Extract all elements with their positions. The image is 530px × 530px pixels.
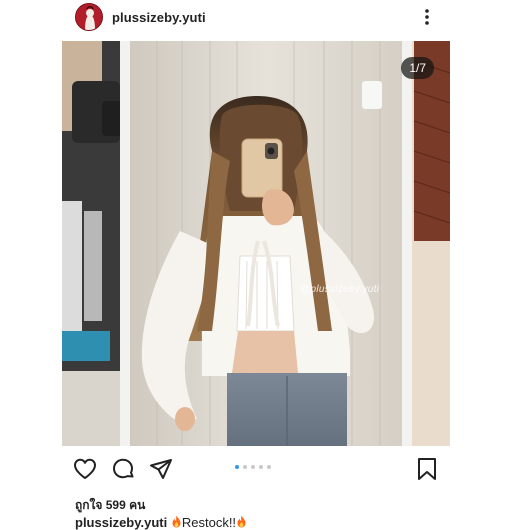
like-button[interactable] [72,456,98,482]
avatar[interactable] [75,3,103,31]
carousel-dot [267,465,271,469]
carousel-dot [259,465,263,469]
action-bar [0,452,530,484]
image-counter: 1/7 [401,57,434,79]
fire-icon [172,515,181,528]
share-button[interactable] [148,456,174,482]
post-header: plussizeby.yuti [0,0,530,40]
post-photo[interactable]: 1/7 @plussizeby.yuti [62,41,450,446]
heart-icon [74,458,96,479]
carousel-dot [243,465,247,469]
mirror-selfie-image [62,41,450,446]
carousel-dot [251,465,255,469]
post-caption: plussizeby.yuti Restock!! [75,515,247,530]
send-icon [150,459,172,479]
avatar-icon [76,4,102,30]
post-username[interactable]: plussizeby.yuti [112,10,206,25]
fire-icon [237,515,246,528]
likes-count[interactable]: ถูกใจ 599 คน [75,496,145,515]
save-button[interactable] [414,456,440,482]
more-options-button[interactable] [418,6,436,28]
carousel-dot [235,465,239,469]
carousel-indicator [235,465,271,471]
more-vertical-icon [425,9,429,25]
caption-username[interactable]: plussizeby.yuti [75,515,167,530]
comment-button[interactable] [110,456,136,482]
bookmark-icon [418,458,436,480]
watermark-text: @plussizeby.yuti [300,284,380,295]
caption-text: Restock!! [181,515,237,530]
comment-icon [113,458,134,479]
